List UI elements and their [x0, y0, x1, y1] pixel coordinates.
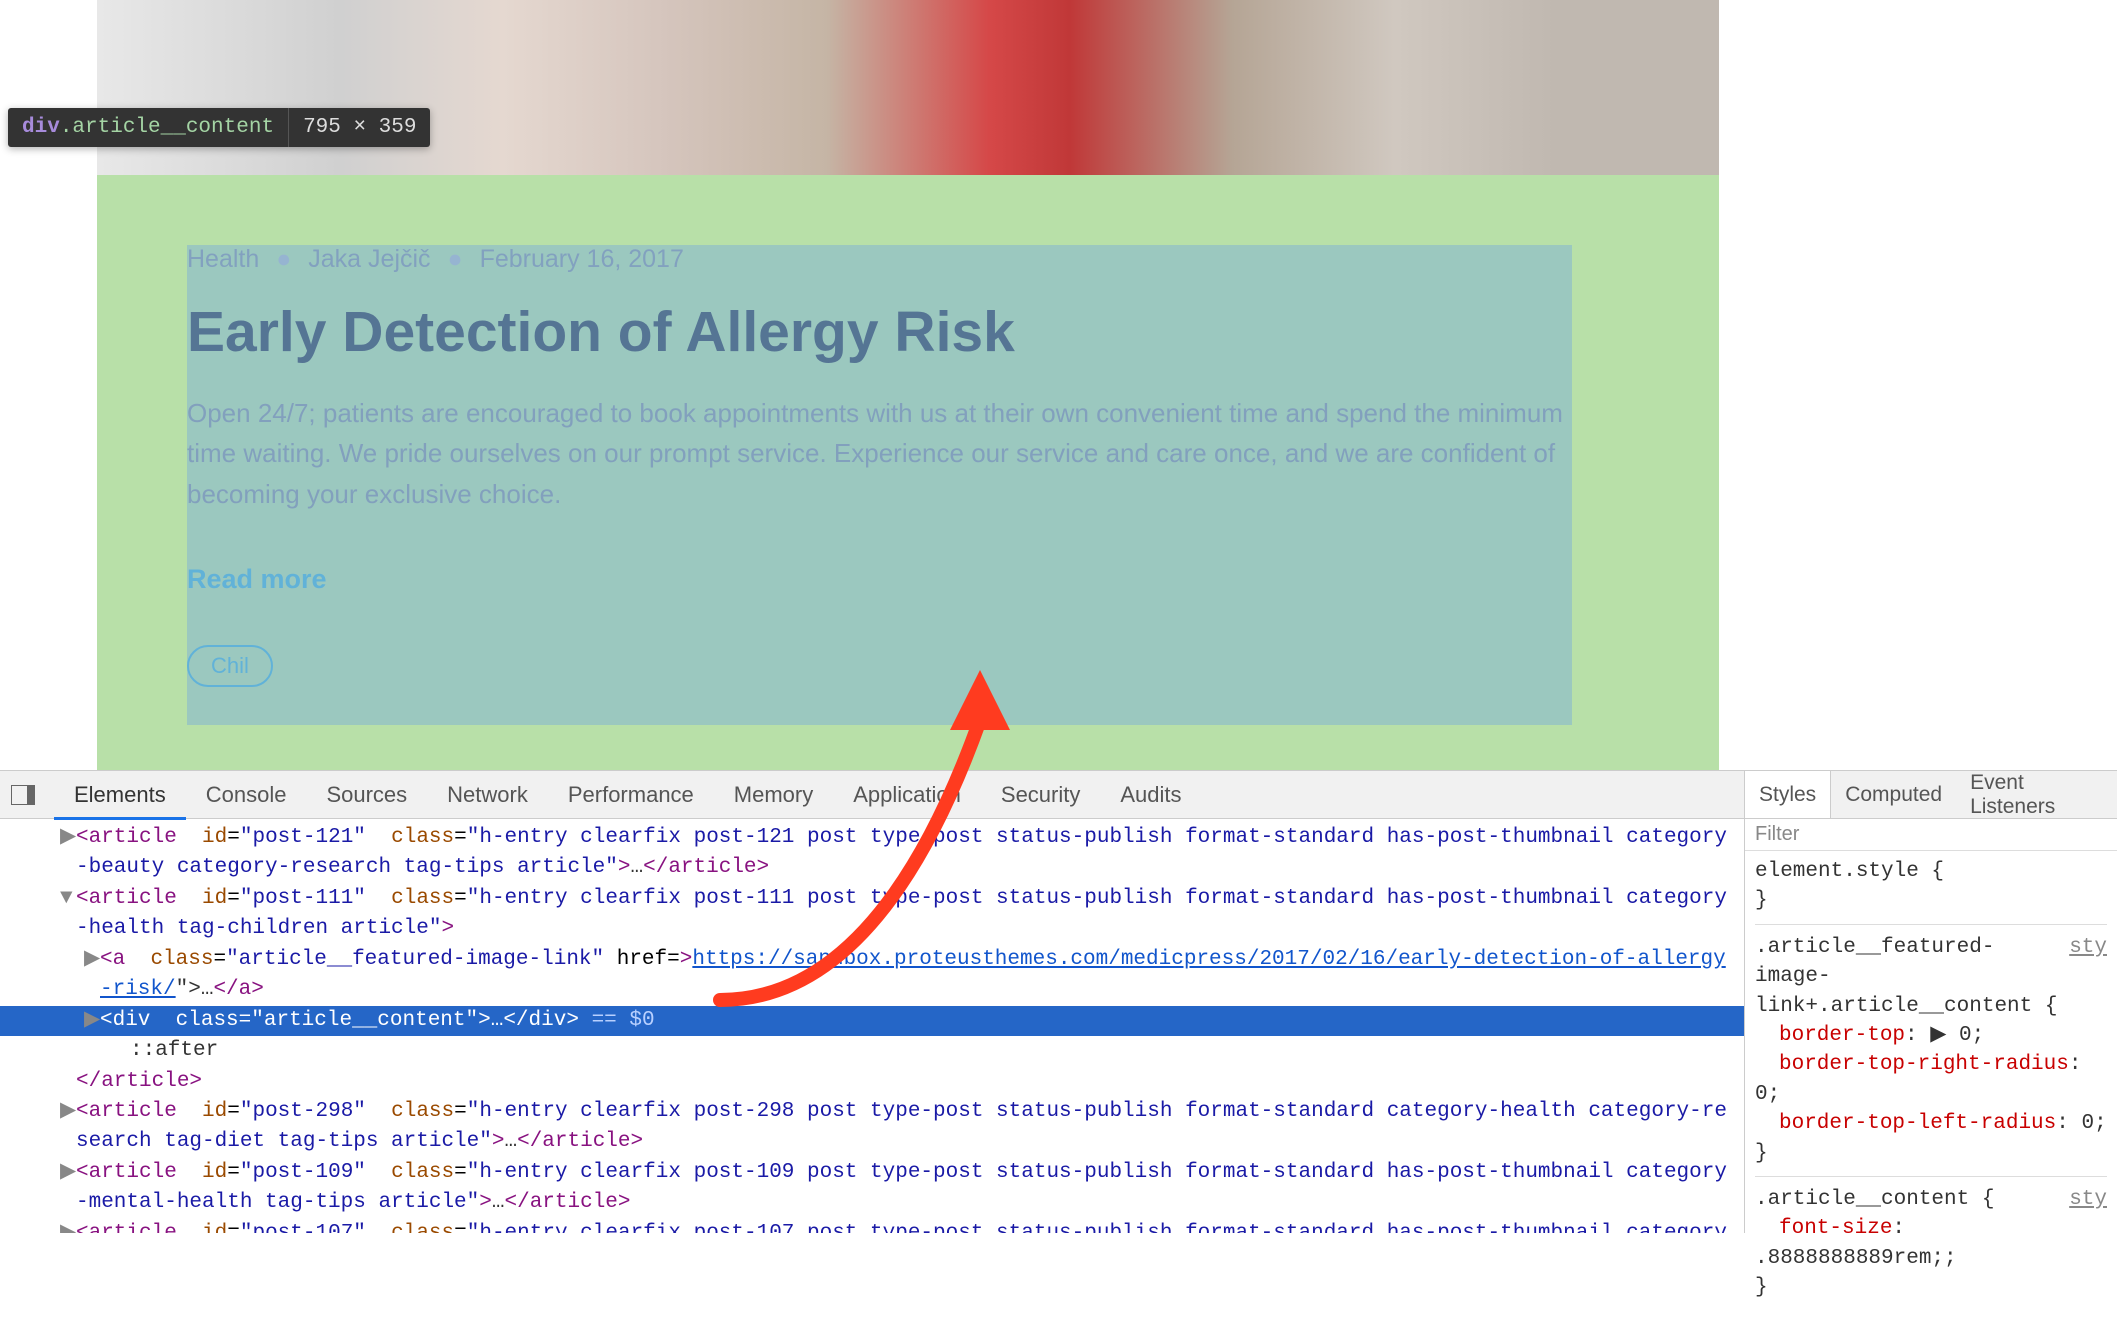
dom-node-line[interactable]: ▶<article id="post-109" class="h-entry c… — [0, 1158, 1744, 1219]
sidebar-tabbar: StylesComputedEvent Listeners — [1745, 771, 2117, 819]
inspect-highlight-overlay — [187, 245, 1572, 725]
rendered-page-area: div.article__content 795 × 359 Health ● … — [0, 0, 2117, 770]
article-featured-image[interactable] — [97, 0, 1719, 175]
tooltip-class: .article__content — [60, 116, 274, 139]
devtools-tab-audits[interactable]: Audits — [1100, 771, 1201, 819]
devtools-tab-security[interactable]: Security — [981, 771, 1100, 819]
devtools-panel: ElementsConsoleSourcesNetworkPerformance… — [0, 770, 2117, 1233]
tooltip-tag: div — [22, 116, 60, 139]
devtools-tab-console[interactable]: Console — [186, 771, 307, 819]
dom-node-line[interactable]: ▼<article id="post-111" class="h-entry c… — [0, 884, 1744, 945]
devtools-main: ElementsConsoleSourcesNetworkPerformance… — [0, 771, 1744, 1233]
dom-node-line[interactable]: ▶<article id="post-107" class="h-entry c… — [0, 1219, 1744, 1233]
dom-node-line[interactable]: </article> — [0, 1067, 1744, 1097]
dom-node-line[interactable]: ▶<article id="post-121" class="h-entry c… — [0, 823, 1744, 884]
element-inspect-tooltip: div.article__content 795 × 359 — [8, 108, 430, 147]
dock-side-icon[interactable] — [6, 778, 40, 812]
dom-node-line[interactable]: ▶<a class="article__featured-image-link"… — [0, 945, 1744, 1006]
dom-node-line[interactable]: ▶<article id="post-298" class="h-entry c… — [0, 1097, 1744, 1158]
dom-node-line[interactable]: ::after — [0, 1036, 1744, 1066]
sidebar-tab-event-listeners[interactable]: Event Listeners — [1956, 771, 2117, 818]
sidebar-tab-computed[interactable]: Computed — [1831, 771, 1956, 818]
styles-pane[interactable]: element.style {}sty.article__featured-im… — [1745, 851, 2117, 1308]
sidebar-tab-styles[interactable]: Styles — [1745, 771, 1831, 818]
devtools-tab-sources[interactable]: Sources — [306, 771, 427, 819]
tooltip-selector: div.article__content — [8, 108, 288, 147]
devtools-tabbar: ElementsConsoleSourcesNetworkPerformance… — [0, 771, 1744, 819]
tooltip-dimensions: 795 × 359 — [288, 108, 430, 147]
devtools-tab-memory[interactable]: Memory — [714, 771, 833, 819]
devtools-tab-network[interactable]: Network — [427, 771, 548, 819]
devtools-sidebar: StylesComputedEvent Listeners Filter ele… — [1744, 771, 2117, 1233]
dom-tree-view[interactable]: ▶<article id="post-121" class="h-entry c… — [0, 819, 1744, 1233]
styles-filter-input[interactable]: Filter — [1745, 819, 2117, 851]
devtools-tab-application[interactable]: Application — [833, 771, 981, 819]
article-content-padding: Health ● Jaka Jejčič ● February 16, 2017… — [97, 175, 1719, 770]
devtools-tab-performance[interactable]: Performance — [548, 771, 714, 819]
devtools-tab-elements[interactable]: Elements — [54, 771, 186, 819]
dom-node-line[interactable]: ▶<div class="article__content">…</div> =… — [0, 1006, 1744, 1036]
